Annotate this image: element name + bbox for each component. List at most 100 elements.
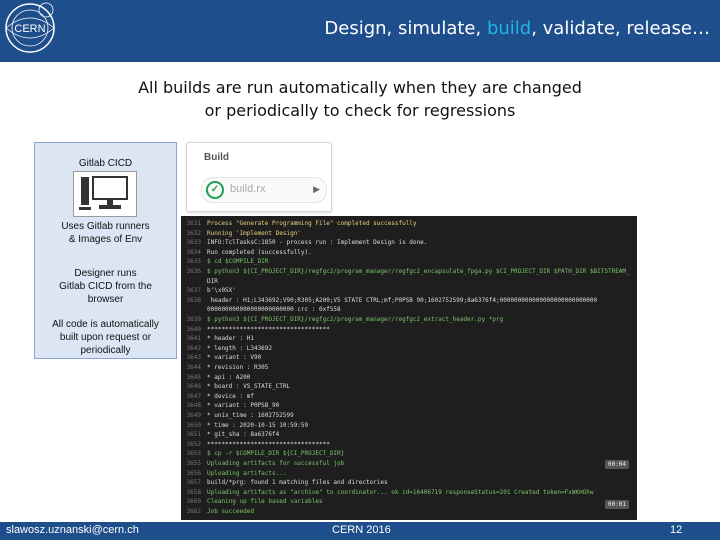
footer-page-number: 12 [670, 524, 683, 536]
log-line-number: 3643 [186, 354, 201, 362]
log-line-text: * device : mf [207, 392, 254, 400]
subtitle-line-2: or periodically to check for regressions [204, 101, 516, 120]
log-line-number: 3642 [186, 344, 201, 352]
gitlab-line-3c: periodically [80, 345, 131, 356]
log-line-text: * time : 2020-10-15 10:59:59 [207, 421, 309, 429]
log-line-text: build/*prg: found 1 matching files and d… [207, 479, 388, 487]
log-line-number: 3640 [186, 325, 201, 333]
build-job-name[interactable]: build.rx [230, 183, 265, 195]
log-line: 3660 Cleaning up file based variables [181, 497, 637, 506]
log-line-number: 3634 [186, 248, 201, 256]
header-bar: CERN Design, simulate, build, validate, … [0, 0, 720, 62]
log-line-text: ********************************** [207, 440, 330, 448]
log-line: 3644 * revision : R305 [181, 363, 637, 372]
log-line: 3653 $ cp -r $COMPILE_DIR ${CI_PROJECT_DI… [181, 449, 637, 458]
log-line-text: * api : A200 [207, 373, 251, 381]
log-line: 3652 ********************************** [181, 440, 637, 449]
log-line-number: 3655 [186, 460, 201, 467]
log-line: 3662 Job succeeded [181, 507, 637, 516]
log-line: 3637 b'\x05X' [181, 286, 637, 295]
slide-title: Design, simulate, build, validate, relea… [324, 18, 710, 39]
gitlab-line-3b: built upon request or [59, 332, 152, 343]
monitor-icon [73, 171, 137, 217]
log-line: 3632 Running 'Implement Design' [181, 229, 637, 238]
title-part-1: Design, simulate, [324, 18, 487, 39]
log-line-text: * length : L343692 [207, 344, 273, 352]
footer-event: CERN 2016 [332, 524, 391, 536]
cern-logo: CERN [5, 2, 55, 53]
log-line: 3655 Uploading artifacts for successful j… [181, 459, 637, 468]
svg-text:CERN: CERN [14, 23, 45, 35]
log-line-text: Uploading artifacts as "archive" to coor… [207, 488, 594, 496]
log-line-text: * revision : R305 [207, 364, 269, 371]
log-line-text: Running 'Implement Design' [207, 229, 301, 237]
build-stage-header: Build [204, 152, 229, 163]
log-line-number: 3653 [186, 450, 201, 458]
log-line-number: 3633 [186, 239, 201, 247]
log-line-text: Cleaning up file based variables [207, 498, 323, 506]
log-line: 3635 $ cd $COMPILE_DIR [181, 257, 637, 266]
log-line: 000000000000000000000000 crc : 0xf558 [181, 305, 637, 314]
log-line: 3642 * length : L343692 [181, 344, 637, 353]
log-line: 3641 * header : H1 [181, 334, 637, 343]
log-line-number: 3662 [186, 508, 201, 515]
log-line-text: INFO:TclTasksC:1850 - process run : Impl… [207, 239, 428, 247]
log-line: 3646 * board : VS_STATE_CTRL [181, 382, 637, 391]
build-job-row[interactable]: ✓ build.rx ▶ [201, 177, 327, 203]
log-line-text: * git_sha : 8a6376f4 [207, 431, 280, 439]
log-line: 3643 * variant : V90 [181, 353, 637, 362]
log-line: DIR [181, 277, 637, 286]
log-line-number: 3645 [186, 373, 201, 381]
log-line-number: 3636 [186, 268, 201, 275]
play-icon[interactable]: ▶ [313, 184, 320, 195]
gitlab-line-2b: Gitlab CICD from the [59, 281, 152, 292]
log-line: 3651 * git_sha : 8a6376f4 [181, 430, 637, 439]
log-line: 3639 $ python3 ${CI_PROJECT_DIR}/regfgc2/… [181, 315, 637, 324]
log-line-number: 3635 [186, 258, 201, 266]
slide-subtitle: All builds are run automatically when th… [0, 76, 720, 122]
log-line-number: 3650 [186, 421, 201, 429]
footer-email: slawosz.uznanski@cern.ch [6, 524, 139, 536]
log-line: 3656 Uploading artifacts... [181, 469, 637, 478]
log-line-text: * variant : P0PSB_90 [207, 402, 280, 410]
subtitle-line-1: All builds are run automatically when th… [138, 78, 582, 97]
log-line-text: * board : VS_STATE_CTRL [207, 383, 291, 391]
log-line-text: $ python3 ${CI_PROJECT_DIR}/regfgc2/prog… [207, 268, 630, 275]
log-line-number: 3632 [186, 229, 201, 237]
build-stage-card: Build ✓ build.rx ▶ [186, 142, 332, 212]
log-line-text: * variant : V90 [207, 354, 262, 362]
log-line-text: header : H1;L343692;V90;R305;A200;V5 STA… [207, 296, 598, 304]
log-line-number: 3652 [186, 440, 201, 448]
log-line-text: $ cp -r $COMPILE_DIR ${CI_PROJECT_DIR} [207, 450, 345, 458]
log-line: 3649 * unix_time : 1602752599 [181, 411, 637, 420]
log-line-number: 3648 [186, 402, 201, 410]
log-line-number: 3658 [186, 488, 201, 496]
log-line: 3638 header : H1;L343692;V90;R305;A200;V… [181, 296, 637, 305]
log-line-text: ********************************** [207, 325, 330, 333]
log-line-number: 3638 [186, 296, 201, 304]
log-line: 3658 Uploading artifacts as "archive" to … [181, 488, 637, 497]
log-line-text: Run completed (successfully). [207, 248, 312, 256]
log-line: 3650 * time : 2020-10-15 10:59:59 [181, 421, 637, 430]
footer-bar: slawosz.uznanski@cern.ch CERN 2016 12 [0, 522, 720, 540]
log-line: 3648 * variant : P0PSB_90 [181, 401, 637, 410]
title-part-2: , validate, release… [531, 18, 710, 39]
log-line-number: 3639 [186, 316, 201, 323]
log-line: 3636 $ python3 ${CI_PROJECT_DIR}/regfgc2/… [181, 267, 637, 276]
log-line-text: b'\x05X' [207, 287, 236, 295]
log-line: 3631 Process "Generate Programming File" … [181, 219, 637, 228]
log-line-text: $ cd $COMPILE_DIR [207, 258, 269, 266]
log-line-number: 3631 [186, 220, 201, 227]
job-log-terminal[interactable]: 3631 Process "Generate Programming File" … [181, 216, 637, 520]
log-line-number: 3646 [186, 383, 201, 391]
title-highlight: build [486, 18, 532, 39]
log-line-number: 3647 [186, 392, 201, 400]
log-line: 3634 Run completed (successfully). [181, 248, 637, 257]
log-line-text: Uploading artifacts for successful job [207, 460, 345, 467]
log-line-number: 3641 [186, 335, 201, 343]
gitlab-panel-title: Gitlab CICD [78, 158, 133, 169]
log-line-number: 3644 [186, 364, 201, 371]
log-line-number: 3637 [186, 287, 201, 295]
log-line-text: Process "Generate Programming File" comp… [207, 220, 417, 227]
gitlab-line-1b: & Images of Env [68, 234, 143, 245]
